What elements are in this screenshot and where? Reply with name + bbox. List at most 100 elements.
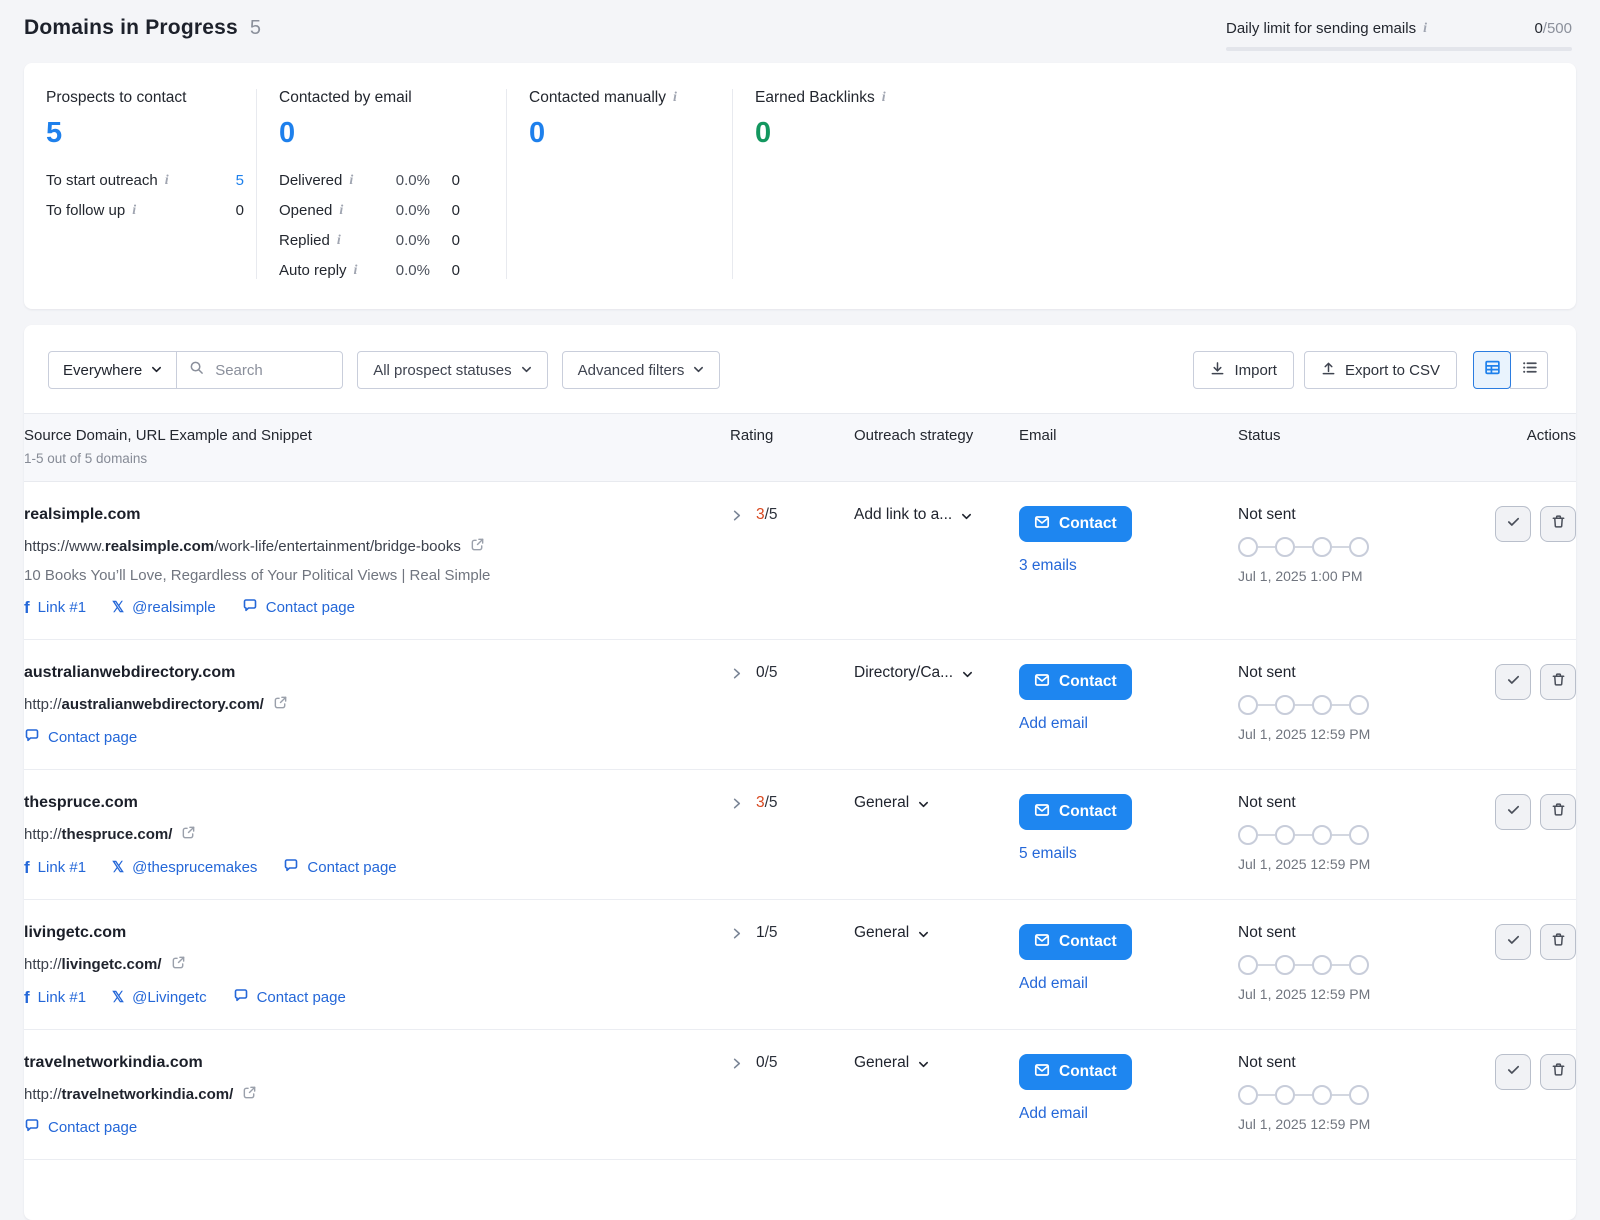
info-icon[interactable]: i — [337, 234, 341, 248]
search-scope-dropdown[interactable]: Everywhere — [49, 352, 177, 388]
contact-button[interactable]: Contact — [1019, 794, 1132, 830]
url-text[interactable]: http://travelnetworkindia.com/ — [24, 1086, 233, 1103]
table-row: australianwebdirectory.com http://austra… — [24, 640, 1576, 770]
search-box[interactable] — [177, 352, 342, 388]
export-csv-button[interactable]: Export to CSV — [1304, 351, 1457, 389]
outreach-strategy-dropdown[interactable]: Directory/Ca... — [818, 664, 986, 747]
external-link-icon[interactable] — [171, 955, 186, 974]
prospects-table-card: Everywhere All prospect statuses Advance… — [24, 325, 1576, 1220]
expand-row-chevron-icon[interactable] — [730, 667, 743, 680]
twitter-x-link[interactable]: 𝕏 @thesprucemakes — [112, 859, 257, 876]
url-text[interactable]: https://www.realsimple.com/work-life/ent… — [24, 538, 461, 555]
table-row: livingetc.com http://livingetc.com/ f Li… — [24, 900, 1576, 1030]
status-date: Jul 1, 2025 1:00 PM — [1238, 568, 1400, 584]
stat-subrow-delivered: Deliveredi 0.0% 0 — [279, 172, 460, 189]
email-link[interactable]: Add email — [1019, 1105, 1204, 1123]
delete-button[interactable] — [1540, 794, 1576, 830]
delete-button[interactable] — [1540, 664, 1576, 700]
contact-page-link[interactable]: Contact page — [283, 857, 396, 877]
info-icon[interactable]: i — [882, 91, 886, 105]
step-circle — [1238, 1085, 1258, 1105]
email-link[interactable]: 3 emails — [1019, 557, 1204, 575]
status-stepper — [1238, 825, 1400, 845]
outreach-strategy-dropdown[interactable]: Add link to a... — [818, 506, 986, 617]
table-view-button[interactable] — [1473, 351, 1511, 389]
info-icon[interactable]: i — [339, 204, 343, 218]
list-view-icon — [1521, 359, 1538, 381]
delete-button[interactable] — [1540, 924, 1576, 960]
step-circle — [1238, 825, 1258, 845]
table-view-icon — [1484, 359, 1501, 381]
contact-page-link[interactable]: Contact page — [24, 727, 137, 747]
step-circle — [1312, 955, 1332, 975]
outreach-strategy-dropdown[interactable]: General — [818, 1054, 986, 1137]
external-link-icon[interactable] — [181, 825, 196, 844]
twitter-x-link[interactable]: 𝕏 @realsimple — [112, 599, 216, 616]
trash-icon — [1551, 672, 1566, 692]
step-circle — [1275, 1085, 1295, 1105]
outreach-strategy-dropdown[interactable]: General — [818, 924, 986, 1007]
prospect-statuses-filter[interactable]: All prospect statuses — [357, 351, 547, 389]
contact-button[interactable]: Contact — [1019, 1054, 1132, 1090]
status-date: Jul 1, 2025 12:59 PM — [1238, 726, 1400, 742]
outreach-strategy-dropdown[interactable]: General — [818, 794, 986, 877]
mark-done-button[interactable] — [1495, 1054, 1531, 1090]
actions-cell — [1400, 664, 1576, 747]
facebook-link[interactable]: f Link #1 — [24, 989, 86, 1006]
external-link-icon[interactable] — [470, 537, 485, 556]
url-text[interactable]: http://livingetc.com/ — [24, 956, 162, 973]
search-input[interactable] — [213, 361, 330, 380]
info-icon[interactable]: i — [673, 91, 677, 105]
email-link[interactable]: 5 emails — [1019, 845, 1204, 863]
step-circle — [1349, 955, 1369, 975]
facebook-link[interactable]: f Link #1 — [24, 859, 86, 876]
url-text[interactable]: http://thespruce.com/ — [24, 826, 172, 843]
expand-row-chevron-icon[interactable] — [730, 509, 743, 522]
facebook-link[interactable]: f Link #1 — [24, 599, 86, 616]
table-body: realsimple.com https://www.realsimple.co… — [24, 482, 1576, 1160]
twitter-x-link[interactable]: 𝕏 @Livingetc — [112, 989, 207, 1006]
advanced-filters-dropdown[interactable]: Advanced filters — [562, 351, 721, 389]
daily-limit-max: /500 — [1543, 20, 1572, 37]
expand-row-chevron-icon[interactable] — [730, 797, 743, 810]
info-icon[interactable]: i — [165, 174, 169, 188]
list-view-button[interactable] — [1510, 351, 1548, 389]
contact-button[interactable]: Contact — [1019, 664, 1132, 700]
url-text[interactable]: http://australianwebdirectory.com/ — [24, 696, 264, 713]
stat-subrow-value[interactable]: 5 — [236, 172, 244, 189]
mark-done-button[interactable] — [1495, 664, 1531, 700]
mark-done-button[interactable] — [1495, 924, 1531, 960]
rating-value: 0/5 — [756, 664, 778, 682]
contact-page-link[interactable]: Contact page — [233, 987, 346, 1007]
chevron-down-icon — [521, 362, 532, 379]
expand-row-chevron-icon[interactable] — [730, 1057, 743, 1070]
contact-page-link[interactable]: Contact page — [242, 597, 355, 617]
email-link[interactable]: Add email — [1019, 715, 1204, 733]
external-link-icon[interactable] — [242, 1085, 257, 1104]
status-text: Not sent — [1238, 924, 1400, 942]
info-icon[interactable]: i — [349, 174, 353, 188]
delete-button[interactable] — [1540, 506, 1576, 542]
contact-button[interactable]: Contact — [1019, 924, 1132, 960]
mark-done-button[interactable] — [1495, 506, 1531, 542]
contact-button[interactable]: Contact — [1019, 506, 1132, 542]
external-link-icon[interactable] — [273, 695, 288, 714]
info-icon[interactable]: i — [132, 204, 136, 218]
contact-page-link[interactable]: Contact page — [24, 1117, 137, 1137]
status-stepper — [1238, 695, 1400, 715]
status-cell: Not sent Jul 1, 2025 1:00 PM — [1204, 506, 1400, 617]
rating-cell: 0/5 — [700, 664, 818, 747]
email-link[interactable]: Add email — [1019, 975, 1204, 993]
expand-row-chevron-icon[interactable] — [730, 927, 743, 940]
info-icon[interactable]: i — [354, 264, 358, 278]
import-button[interactable]: Import — [1193, 351, 1294, 389]
email-cell: Contact Add email — [986, 924, 1204, 1007]
info-icon[interactable]: i — [1423, 22, 1427, 36]
domain-name: realsimple.com — [24, 506, 700, 524]
mark-done-button[interactable] — [1495, 794, 1531, 830]
source-cell: realsimple.com https://www.realsimple.co… — [24, 506, 700, 617]
step-circle — [1275, 955, 1295, 975]
trash-icon — [1551, 932, 1566, 952]
delete-button[interactable] — [1540, 1054, 1576, 1090]
trash-icon — [1551, 514, 1566, 534]
